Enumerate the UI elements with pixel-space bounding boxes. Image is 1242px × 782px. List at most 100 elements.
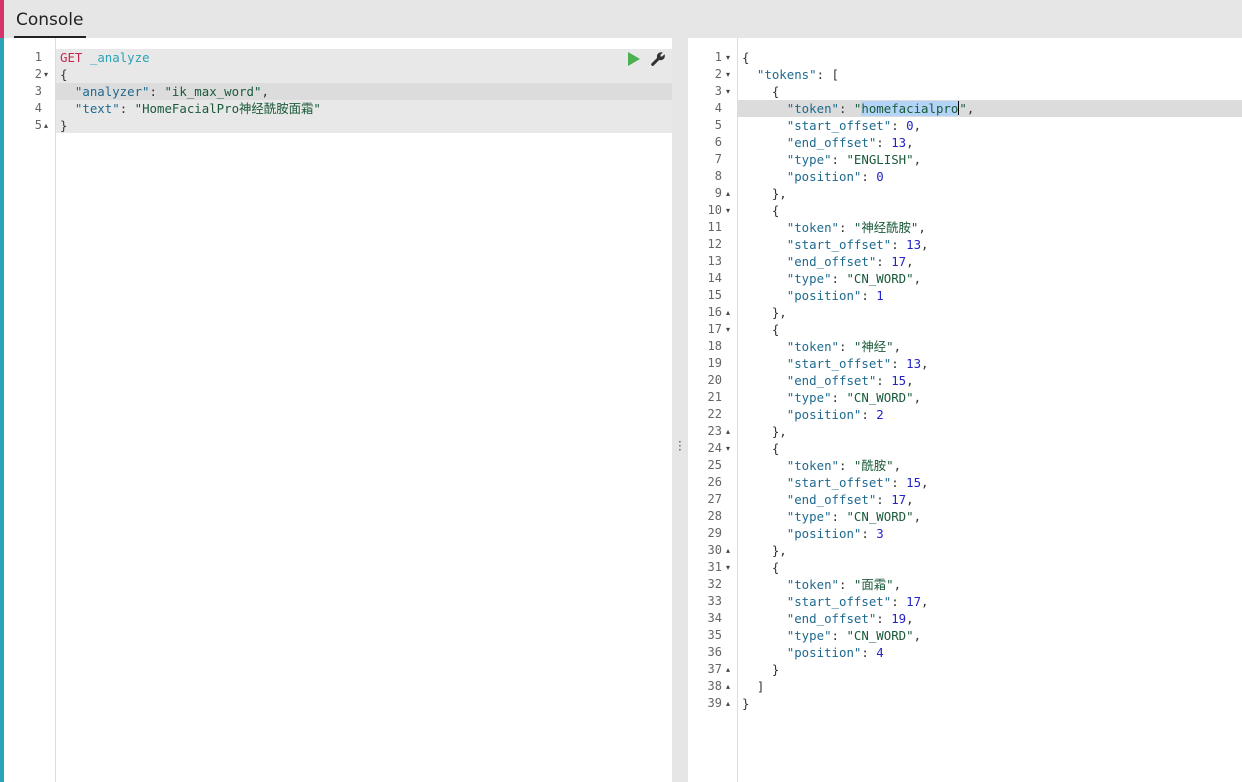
line-number: 24 [707, 441, 722, 455]
response-line[interactable]: }, [742, 423, 787, 440]
wrench-icon[interactable] [650, 51, 666, 67]
fold-open-icon[interactable]: ▾ [44, 66, 48, 83]
response-line[interactable]: { [742, 559, 779, 576]
text-key: "text" [74, 101, 120, 116]
response-line[interactable]: }, [742, 304, 787, 321]
response-line[interactable]: "end_offset": 17, [742, 253, 914, 270]
line-number: 26 [707, 475, 722, 489]
fold-close-icon[interactable]: ▴ [726, 542, 730, 559]
response-code-area[interactable]: { "tokens": [ { "token": "homefacialpro"… [738, 38, 1242, 782]
response-line[interactable]: "type": "CN_WORD", [742, 627, 921, 644]
fold-close-icon[interactable]: ▴ [726, 185, 730, 202]
response-line[interactable]: { [742, 83, 779, 100]
request-code-area[interactable]: GET _analyze { "analyzer": "ik_max_word"… [56, 38, 672, 782]
response-line[interactable]: "type": "CN_WORD", [742, 508, 921, 525]
line-number: 1 [714, 50, 722, 64]
json-punctuation: : [861, 288, 877, 303]
fold-close-icon[interactable]: ▴ [726, 423, 730, 440]
fold-open-icon[interactable]: ▾ [726, 83, 730, 100]
request-line-close[interactable]: } [60, 117, 67, 134]
response-line[interactable]: "type": "CN_WORD", [742, 270, 921, 287]
token-position-value: 4 [876, 645, 884, 660]
response-line[interactable]: "position": 1 [742, 287, 884, 304]
fold-open-icon[interactable]: ▾ [726, 49, 730, 66]
token-type-value: "CN_WORD" [846, 628, 914, 643]
json-punctuation: : [838, 577, 854, 592]
token-position-value: 2 [876, 407, 884, 422]
fold-open-icon[interactable]: ▾ [726, 559, 730, 576]
tab-console[interactable]: Console [14, 8, 86, 38]
response-line[interactable]: { [742, 202, 779, 219]
response-line[interactable]: "token": "酰胺", [742, 457, 901, 474]
json-punctuation: : [831, 390, 847, 405]
response-line[interactable]: "position": 3 [742, 525, 884, 542]
left-accent-bar [0, 0, 4, 782]
response-line[interactable]: "token": "面霜", [742, 576, 901, 593]
fold-open-icon[interactable]: ▾ [726, 440, 730, 457]
request-method: GET [60, 50, 83, 65]
response-line[interactable]: "end_offset": 19, [742, 610, 914, 627]
token-end-offset-key: "end_offset" [786, 254, 877, 269]
fold-open-icon[interactable]: ▾ [726, 202, 730, 219]
response-line[interactable]: "type": "ENGLISH", [742, 151, 921, 168]
request-editor[interactable]: 1 2 ▾ 3 4 5 ▴ GET _analyze { "analyzer": "ik_m… [14, 38, 672, 782]
json-punctuation: : [861, 169, 877, 184]
fold-close-icon[interactable]: ▴ [726, 678, 730, 695]
fold-close-icon[interactable]: ▴ [44, 117, 48, 134]
response-line[interactable]: } [742, 695, 749, 712]
fold-open-icon[interactable]: ▾ [726, 321, 730, 338]
response-line[interactable]: "start_offset": 15, [742, 474, 929, 491]
request-line-text[interactable]: "text": "HomeFacialPro神经酰胺面霜" [60, 100, 321, 117]
response-line[interactable]: { [742, 440, 779, 457]
fold-open-icon[interactable]: ▾ [726, 66, 730, 83]
response-line[interactable]: "start_offset": 13, [742, 236, 929, 253]
token-type-key: "type" [786, 628, 832, 643]
json-punctuation: : [ [816, 67, 839, 82]
line-number: 5 [34, 118, 42, 132]
line-number: 16 [707, 305, 722, 319]
response-line[interactable]: { [742, 49, 749, 66]
request-line-open[interactable]: { [60, 66, 67, 83]
token-token-key: "token" [786, 101, 839, 116]
json-punctuation: , [913, 271, 922, 286]
response-line[interactable]: "start_offset": 17, [742, 593, 929, 610]
token-end-offset-value: 17 [891, 492, 907, 507]
response-line[interactable]: "token": "homefacialpro", [742, 100, 974, 117]
line-number: 11 [707, 220, 722, 234]
response-line[interactable]: "tokens": [ [742, 66, 839, 83]
line-number: 6 [714, 135, 722, 149]
request-line-analyzer[interactable]: "analyzer": "ik_max_word", [60, 83, 269, 100]
response-line[interactable]: "position": 4 [742, 644, 884, 661]
token-token-value: "面霜" [853, 577, 894, 592]
response-line[interactable]: "position": 2 [742, 406, 884, 423]
line-number: 17 [707, 322, 722, 336]
response-line[interactable]: }, [742, 542, 787, 559]
brace-close: } [60, 118, 68, 133]
line-number: 37 [707, 662, 722, 676]
response-line[interactable]: "end_offset": 13, [742, 134, 914, 151]
response-line[interactable]: "token": "神经酰胺", [742, 219, 926, 236]
response-line[interactable]: "position": 0 [742, 168, 884, 185]
response-line[interactable]: "start_offset": 0, [742, 117, 921, 134]
line-number: 34 [707, 611, 722, 625]
pane-resizer[interactable]: · · · [672, 38, 688, 782]
response-line[interactable]: "end_offset": 17, [742, 491, 914, 508]
response-line[interactable]: }, [742, 185, 787, 202]
response-line[interactable]: "start_offset": 13, [742, 355, 929, 372]
json-punctuation: : [838, 101, 854, 116]
fold-close-icon[interactable]: ▴ [726, 695, 730, 712]
play-icon[interactable] [628, 52, 640, 66]
response-line[interactable]: ] [742, 678, 764, 695]
json-punctuation: : [831, 509, 847, 524]
fold-close-icon[interactable]: ▴ [726, 661, 730, 678]
request-endpoint: _analyze [89, 50, 150, 65]
response-viewer[interactable]: 1 ▾ 2 ▾ 3 ▾ 4 5 6 7 8 9 ▴ 10 ▾ 11 12 13 14 15 16 ▴ 17 ▾ 18 19 20 21… [688, 38, 1242, 782]
response-line[interactable]: { [742, 321, 779, 338]
json-punctuation: }, [771, 186, 787, 201]
response-line[interactable]: "type": "CN_WORD", [742, 389, 921, 406]
response-line[interactable]: } [742, 661, 779, 678]
fold-close-icon[interactable]: ▴ [726, 304, 730, 321]
response-line[interactable]: "end_offset": 15, [742, 372, 914, 389]
response-line[interactable]: "token": "神经", [742, 338, 901, 355]
request-line-method[interactable]: GET _analyze [60, 49, 150, 66]
